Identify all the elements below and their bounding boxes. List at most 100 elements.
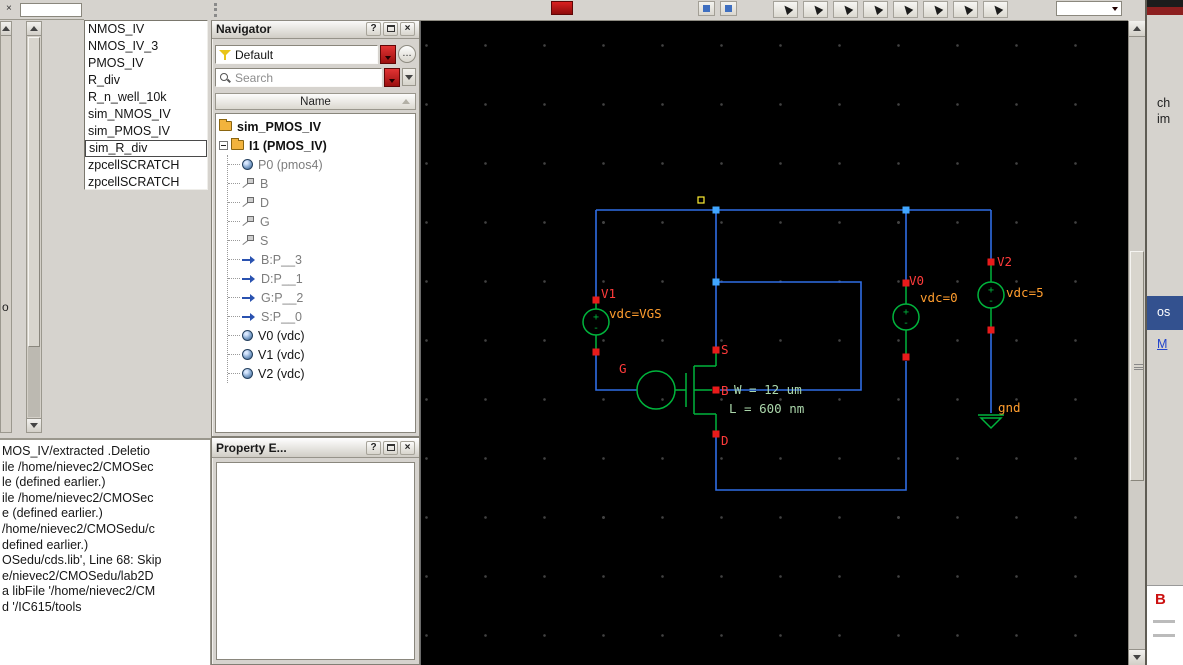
wires[interactable]	[596, 210, 991, 490]
scrollbar-thumb[interactable]	[28, 37, 40, 347]
scrollbar-left-edge[interactable]	[0, 21, 12, 433]
tree-item[interactable]: V0 (vdc)	[228, 326, 415, 345]
help-button[interactable]: ?	[366, 22, 381, 36]
tree-item-top-cell[interactable]: sim_PMOS_IV	[219, 117, 415, 136]
toolbar-red-dropdown-fragment[interactable]	[551, 1, 573, 15]
filter-value: Default	[235, 48, 273, 62]
blue-banner-fragment: os	[1147, 296, 1183, 330]
cursor-tool-button[interactable]	[893, 1, 918, 18]
schematic-canvas[interactable]: + - + - + -	[420, 21, 1128, 665]
text-fragment: im	[1157, 112, 1170, 126]
tree-item[interactable]: S:P__0	[228, 307, 415, 326]
cell-list-item[interactable]: NMOS_IV_3	[85, 38, 207, 55]
cursor-tool-button[interactable]	[863, 1, 888, 18]
tree-item[interactable]: B	[228, 174, 415, 193]
scroll-down-button[interactable]	[1129, 649, 1145, 665]
navigator-panel: Navigator ? × Default ... Search Name si…	[211, 18, 420, 437]
filter-combo[interactable]: Default	[215, 45, 378, 64]
cell-list-item[interactable]: PMOS_IV	[85, 55, 207, 72]
tree-item[interactable]: V2 (vdc)	[228, 364, 415, 383]
scrollbar-thumb[interactable]	[1130, 251, 1144, 481]
toolbar-fragment-strip	[211, 0, 1128, 21]
name-column-header[interactable]: Name	[215, 93, 416, 110]
search-placeholder: Search	[235, 71, 273, 85]
cell-list-item[interactable]: NMOS_IV	[85, 21, 207, 38]
scroll-down-button[interactable]	[27, 418, 41, 432]
cell-list-item[interactable]: sim_PMOS_IV	[85, 123, 207, 140]
close-button[interactable]: ×	[400, 441, 415, 455]
cell-list-item[interactable]: zpcellSCRATCH	[85, 174, 207, 190]
cursor-tool-button[interactable]	[803, 1, 828, 18]
label-width: W = 12 um	[734, 382, 802, 397]
label-v1: V1	[601, 286, 616, 301]
close-icon[interactable]: ×	[6, 3, 12, 14]
net-icon	[242, 293, 256, 303]
help-button[interactable]: ?	[366, 441, 381, 455]
cursor-tool-button[interactable]	[773, 1, 798, 18]
browse-button[interactable]: ...	[398, 45, 416, 63]
cell-list-item[interactable]: R_div	[85, 72, 207, 89]
cursor-tool-button[interactable]	[953, 1, 978, 18]
cell-list-item[interactable]: zpcellSCRATCH	[85, 157, 207, 174]
toolbar-combo-fragment[interactable]	[1056, 1, 1122, 16]
text-placeholder	[1153, 620, 1175, 623]
property-editor-titlebar[interactable]: Property E... ? ×	[212, 438, 419, 458]
search-options-button[interactable]	[402, 68, 416, 86]
float-button[interactable]	[383, 22, 398, 36]
cell-list-item[interactable]: R_n_well_10k	[85, 89, 207, 106]
float-button[interactable]	[383, 441, 398, 455]
list-scrollbar[interactable]	[26, 21, 42, 433]
label-drain: D	[721, 433, 729, 448]
log-line: ile /home/nievec2/CMOSec	[2, 491, 210, 507]
cell-list[interactable]: NMOS_IV NMOS_IV_3 PMOS_IV R_div R_n_well…	[84, 20, 208, 190]
tree-item-label: G	[260, 215, 270, 229]
cell-list-item[interactable]: sim_NMOS_IV	[85, 106, 207, 123]
close-button[interactable]: ×	[400, 22, 415, 36]
scroll-up-button[interactable]	[27, 22, 41, 36]
tree-item[interactable]: D	[228, 193, 415, 212]
minus-mark: -	[988, 296, 994, 307]
minus-mark: -	[593, 323, 599, 334]
text-placeholder	[1153, 634, 1175, 637]
filter-dropdown-button[interactable]	[380, 45, 396, 64]
log-output[interactable]: MOS_IV/extracted .Deletio ile /home/niev…	[0, 438, 211, 665]
label-v0-value: vdc=0	[920, 290, 958, 305]
scroll-up-button[interactable]	[1, 22, 11, 36]
pin-square	[713, 387, 720, 394]
cursor-tool-button[interactable]	[983, 1, 1008, 18]
tree-item[interactable]: S	[228, 231, 415, 250]
toolbar-icon-fragment[interactable]	[698, 1, 715, 16]
navigator-titlebar[interactable]: Navigator ? ×	[212, 19, 419, 39]
tree-item[interactable]: D:P__1	[228, 269, 415, 288]
tree-item-instance-i1[interactable]: I1 (PMOS_IV)	[219, 136, 415, 155]
pin-square	[593, 349, 600, 356]
search-dropdown-button[interactable]	[384, 68, 400, 87]
property-editor-body[interactable]	[216, 462, 415, 660]
collapse-icon[interactable]	[219, 141, 228, 150]
canvas-scrollbar[interactable]	[1128, 21, 1145, 665]
plus-mark: +	[903, 307, 909, 318]
toolbar-drag-handle[interactable]	[214, 3, 217, 17]
pin-square	[713, 347, 720, 354]
log-line: ile /home/nievec2/CMOSec	[2, 460, 210, 476]
cursor-tool-button[interactable]	[833, 1, 858, 18]
instance-icon	[242, 349, 253, 360]
scrollbar-track[interactable]	[28, 347, 40, 417]
label-length: L = 600 nm	[729, 401, 804, 416]
tree-item[interactable]: V1 (vdc)	[228, 345, 415, 364]
cursor-tool-button[interactable]	[923, 1, 948, 18]
tree-item[interactable]: P0 (pmos4)	[228, 155, 415, 174]
scroll-up-button[interactable]	[1129, 21, 1145, 37]
text-field-fragment[interactable]	[20, 3, 82, 17]
tree-item-label: S	[260, 234, 268, 248]
navigator-tree[interactable]: sim_PMOS_IV I1 (PMOS_IV) P0 (pmos4) B D …	[215, 113, 416, 433]
toolbar-icon-fragment[interactable]	[720, 1, 737, 16]
pin-icon	[242, 178, 255, 190]
tree-item[interactable]: G	[228, 212, 415, 231]
tree-item[interactable]: B:P__3	[228, 250, 415, 269]
link-fragment[interactable]: M	[1157, 337, 1167, 351]
log-line: defined earlier.)	[2, 538, 210, 554]
cell-list-item-selected[interactable]: sim_R_div	[85, 140, 207, 157]
search-combo[interactable]: Search	[215, 68, 382, 87]
tree-item[interactable]: G:P__2	[228, 288, 415, 307]
